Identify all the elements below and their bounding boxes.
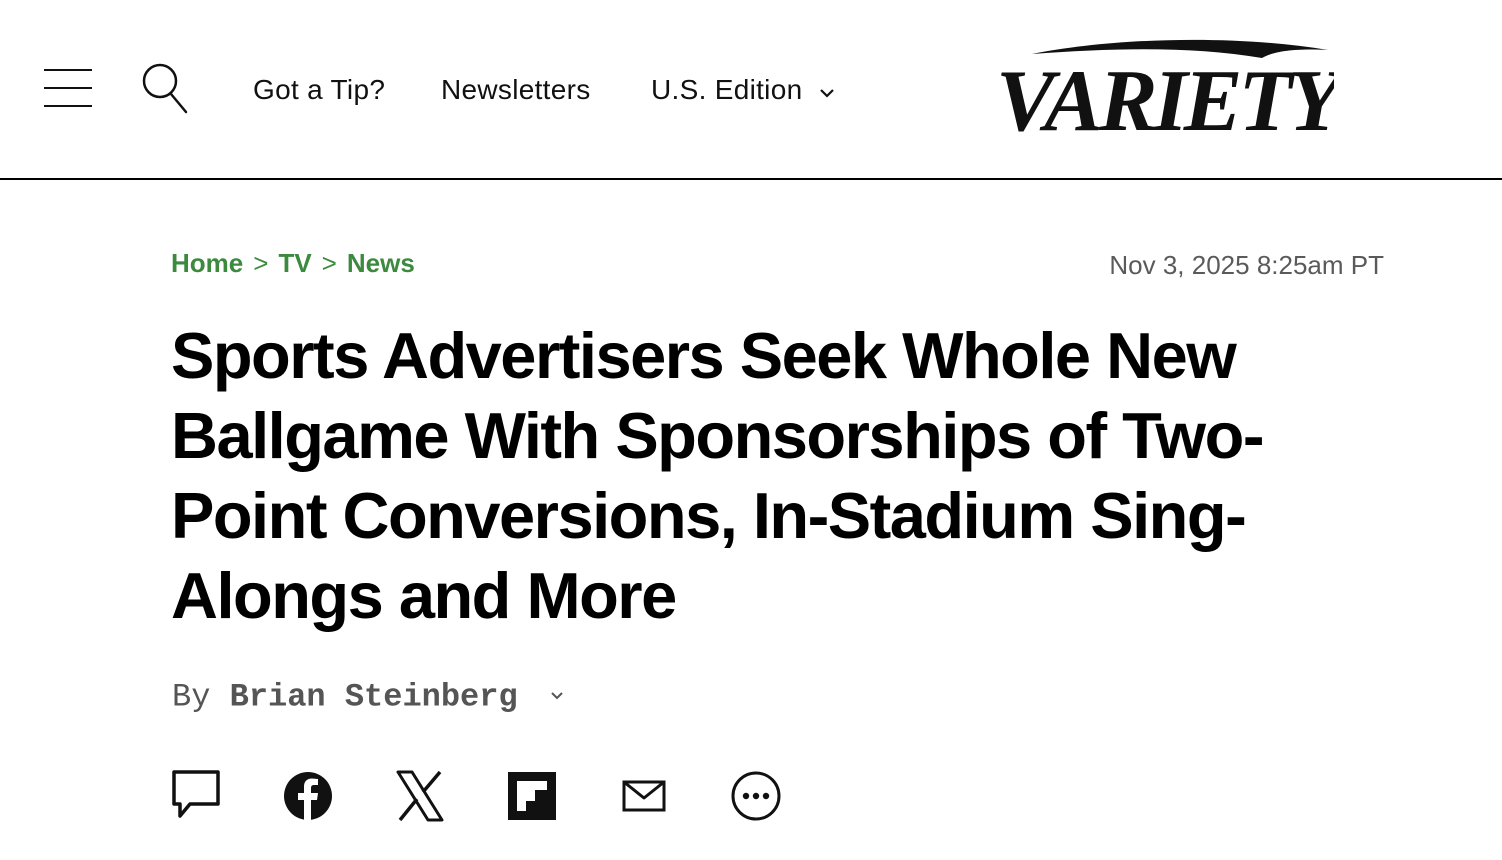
author-name: Brian Steinberg xyxy=(229,678,518,716)
breadcrumb-news[interactable]: News xyxy=(347,248,415,278)
breadcrumb-tv[interactable]: TV xyxy=(278,248,311,278)
share-bar xyxy=(170,768,790,824)
byline[interactable]: By Brian Steinberg xyxy=(172,676,565,718)
more-icon[interactable] xyxy=(730,768,786,824)
article-headline: Sports Advertisers Seek Whole New Ballga… xyxy=(171,319,1264,632)
facebook-icon[interactable] xyxy=(282,768,338,824)
publish-timestamp: Nov 3, 2025 8:25am PT xyxy=(1109,250,1384,280)
site-header: Got a Tip? Newsletters U.S. Edition VARI… xyxy=(0,0,1502,180)
edition-label: U.S. Edition xyxy=(651,74,803,105)
search-icon[interactable] xyxy=(140,60,192,116)
chevron-down-icon xyxy=(819,72,835,108)
menu-icon[interactable] xyxy=(44,68,92,108)
x-icon[interactable] xyxy=(394,768,450,824)
breadcrumb: Home > TV > News xyxy=(171,246,415,280)
email-icon[interactable] xyxy=(620,768,676,824)
breadcrumb-separator: > xyxy=(253,248,269,278)
edition-selector[interactable]: U.S. Edition xyxy=(651,72,835,110)
breadcrumb-separator: > xyxy=(321,248,337,278)
byline-prefix: By xyxy=(172,678,211,716)
comment-icon[interactable] xyxy=(170,768,226,824)
got-a-tip-link[interactable]: Got a Tip? xyxy=(253,72,385,108)
variety-logo[interactable]: VARIETY xyxy=(992,36,1334,140)
logo-wordmark: VARIETY xyxy=(996,53,1334,140)
newsletters-link[interactable]: Newsletters xyxy=(441,72,591,108)
flipboard-icon[interactable] xyxy=(506,768,562,824)
chevron-down-icon xyxy=(549,673,565,715)
breadcrumb-home[interactable]: Home xyxy=(171,248,243,278)
